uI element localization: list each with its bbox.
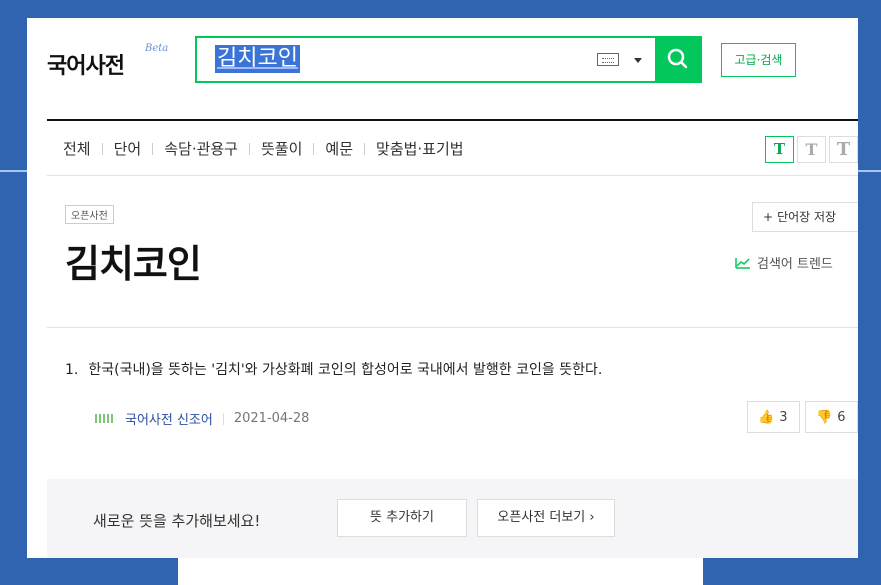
definition: 1. 한국(국내)을 뜻하는 '김치'와 가상화폐 코인의 합성어로 국내에서 발… (65, 359, 602, 379)
entry-title: 김치코인 (65, 242, 202, 286)
trend-chart-icon (735, 257, 750, 269)
divider (152, 142, 154, 155)
search-input[interactable]: 김치코인 (215, 45, 300, 73)
open-dictionary-tag: 오픈사전 (65, 205, 114, 224)
source-logo-icon (95, 414, 115, 423)
divider (313, 142, 315, 155)
downvote-count: 6 (837, 409, 846, 425)
divider (222, 412, 224, 425)
divider (47, 119, 858, 121)
definition-text: 한국(국내)을 뜻하는 '김치'와 가상화폐 코인의 합성어로 국내에서 발행한… (88, 362, 603, 378)
dictionary-page: 국어사전 Beta 김치코인 고급·검색 전체 단어 속담·관용구 뜻풀이 예문… (27, 18, 858, 558)
divider (47, 327, 858, 328)
search-box: 김치코인 (195, 36, 702, 83)
add-meaning-footer: 새로운 뜻을 추가해보세요! 뜻 추가하기 오픈사전 더보기 › (47, 479, 858, 558)
source-row: 국어사전 신조어 2021-04-28 (95, 409, 309, 428)
font-size-medium-button[interactable]: T (797, 136, 826, 163)
font-size-small-button[interactable]: T (765, 136, 794, 163)
advanced-search-button[interactable]: 고급·검색 (721, 43, 796, 77)
source-link[interactable]: 국어사전 신조어 (125, 409, 213, 428)
tab-meaning[interactable]: 뜻풀이 (261, 138, 302, 159)
search-button[interactable] (655, 36, 702, 83)
definition-number: 1. (65, 362, 79, 378)
add-meaning-button[interactable]: 뜻 추가하기 (337, 499, 467, 537)
add-meaning-prompt: 새로운 뜻을 추가해보세요! (93, 512, 261, 530)
thumbs-down-icon: 👎 (816, 409, 833, 425)
logo[interactable]: 국어사전 (47, 48, 125, 80)
upvote-count: 3 (779, 409, 788, 425)
tab-spelling[interactable]: 맞춤법·표기법 (376, 138, 464, 159)
divider (249, 142, 250, 155)
tab-bar: 전체 단어 속담·관용구 뜻풀이 예문 맞춤법·표기법 (63, 138, 464, 159)
open-dictionary-more-button[interactable]: 오픈사전 더보기 › (477, 499, 615, 537)
font-size-controls: T T T (765, 136, 858, 163)
plus-icon: + (763, 210, 774, 224)
tab-examples[interactable]: 예문 (325, 138, 353, 159)
tab-idiom[interactable]: 속담·관용구 (164, 138, 238, 159)
tab-all[interactable]: 전체 (63, 138, 91, 159)
search-icon (667, 48, 688, 69)
downvote-button[interactable]: 👎 6 (805, 401, 858, 433)
keyboard-icon[interactable] (597, 53, 619, 66)
save-to-wordbook-button[interactable]: + 단어장 저장 (752, 202, 858, 232)
tab-word[interactable]: 단어 (114, 138, 142, 159)
source-date: 2021-04-28 (233, 411, 310, 426)
chevron-down-icon[interactable] (634, 58, 642, 63)
save-label: 단어장 저장 (777, 210, 837, 224)
font-size-large-button[interactable]: T (829, 136, 858, 163)
divider (101, 142, 103, 155)
lower-panel (178, 558, 703, 585)
upvote-button[interactable]: 👍 3 (747, 401, 800, 433)
thumbs-up-icon: 👍 (758, 409, 775, 425)
divider (47, 175, 858, 176)
beta-badge: Beta (145, 43, 169, 54)
search-trend-link[interactable]: 검색어 트렌드 (735, 253, 833, 272)
divider (364, 142, 366, 155)
trend-label: 검색어 트렌드 (757, 257, 833, 272)
